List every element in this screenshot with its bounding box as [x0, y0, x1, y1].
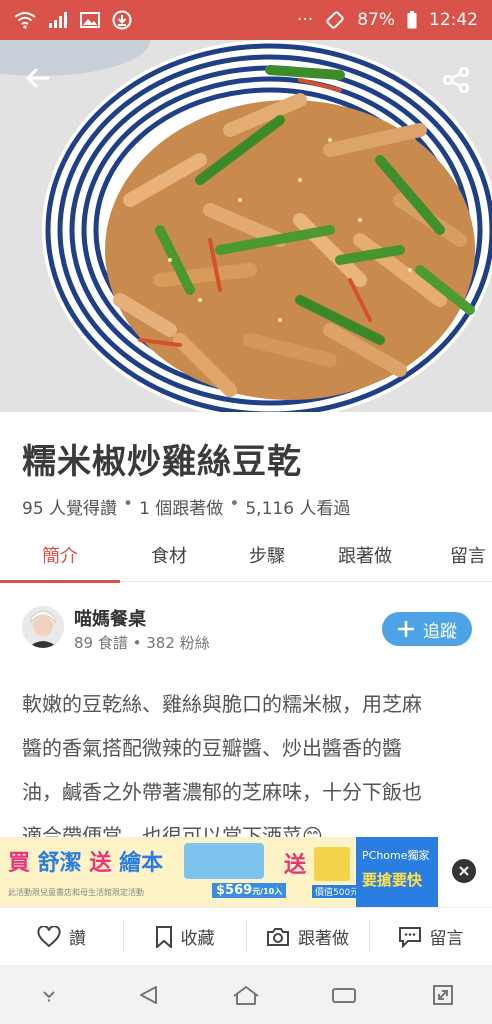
comment-icon	[398, 926, 421, 948]
author-row: 喵媽餐桌 89 食譜 • 382 粉絲 追蹤	[22, 602, 472, 658]
ad-brand-cta: 要搶要快	[362, 871, 423, 889]
nav-hide-button[interactable]	[21, 975, 77, 1015]
recipe-photo	[0, 40, 492, 412]
camera-icon	[267, 927, 289, 946]
follow-button[interactable]: 追蹤	[382, 612, 472, 646]
nav-recents-button[interactable]	[316, 975, 372, 1015]
more-indicator: ···	[296, 10, 314, 30]
chevron-down-icon	[43, 990, 55, 1002]
nav-expand-button[interactable]	[415, 975, 471, 1015]
gallery-icon	[80, 12, 100, 28]
status-bar: ··· 87% 12:42	[0, 0, 492, 40]
ad-text: 買	[8, 851, 31, 876]
description-line: 油，鹹香之外帶著濃郁的芝麻味，十分下飯也	[22, 780, 422, 804]
description-line: 軟嫩的豆乾絲、雞絲與脆口的糯米椒，用芝麻	[22, 692, 422, 716]
ad-content[interactable]: 買 舒潔 送 繪本 此活動限兒童書店和母生活館限定活動 $569元/10入 送 …	[0, 837, 438, 907]
battery-icon	[407, 11, 417, 29]
likes-count: 95 人覺得讚	[22, 499, 118, 519]
close-icon	[459, 866, 469, 876]
follow-label: 追蹤	[423, 621, 457, 642]
tab-steps[interactable]: 步驟	[218, 528, 316, 582]
followers-made-count: 1 個跟著做	[139, 499, 224, 519]
author-name[interactable]: 喵媽餐桌	[74, 605, 146, 631]
tab-comments[interactable]: 留言	[414, 528, 492, 582]
tab-ingredients[interactable]: 食材	[120, 528, 218, 582]
ad-text: 舒潔	[37, 851, 82, 876]
download-icon	[112, 10, 132, 30]
ad-brand: PChome獨家	[362, 849, 430, 862]
ad-book-image	[314, 847, 350, 881]
back-triangle-icon	[139, 985, 157, 1004]
arrow-left-icon	[25, 67, 49, 89]
recipe-tabs: 簡介 食材 步驟 跟著做 留言	[0, 528, 492, 583]
ad-close-button[interactable]	[452, 859, 476, 883]
clock: 12:42	[429, 10, 478, 30]
ad-gift-value: 價值500元	[312, 885, 363, 898]
expand-icon	[432, 984, 453, 1005]
share-icon	[442, 66, 470, 94]
wifi-icon	[14, 11, 36, 29]
author-meta: 89 食譜 • 382 粉絲	[74, 634, 210, 652]
ad-text: 送	[89, 851, 112, 876]
share-button[interactable]	[434, 58, 478, 102]
comment-button[interactable]: 留言	[369, 908, 492, 965]
bookmark-label: 收藏	[180, 929, 215, 949]
comment-label: 留言	[429, 929, 464, 949]
recipe-description: 軟嫩的豆乾絲、雞絲與脆口的糯米椒，用芝麻 醬的香氣搭配微辣的豆瓣醬、炒出醬香的醬…	[22, 682, 470, 858]
status-icons-right: ··· 87% 12:42	[297, 10, 478, 30]
home-icon	[233, 985, 259, 1005]
like-button[interactable]: 讚	[0, 908, 123, 965]
ad-price: $569元/10入	[212, 883, 287, 898]
ad-price-value: $569	[216, 883, 253, 898]
ad-gift-label: 送	[284, 853, 307, 878]
ad-headline: 買 舒潔 送 繪本	[8, 845, 163, 877]
like-label: 讚	[69, 929, 86, 949]
separator: •	[123, 494, 134, 514]
action-bar: 讚 收藏 跟著做 留言	[0, 907, 492, 965]
bookmark-button[interactable]: 收藏	[123, 908, 246, 965]
battery-percent: 87%	[357, 10, 395, 30]
ad-price-unit: 元/10入	[252, 887, 283, 896]
avatar[interactable]	[22, 606, 64, 648]
ad-brand-panel: PChome獨家 要搶要快	[356, 837, 438, 907]
recent-apps-icon	[332, 987, 357, 1003]
back-button[interactable]	[16, 56, 60, 100]
separator: •	[229, 494, 240, 514]
nav-back-button[interactable]	[120, 975, 176, 1015]
plus-icon	[398, 621, 414, 637]
tab-follow-along[interactable]: 跟著做	[316, 528, 414, 582]
ad-banner[interactable]: 買 舒潔 送 繪本 此活動限兒童書店和母生活館限定活動 $569元/10入 送 …	[0, 837, 492, 907]
follow-along-label: 跟著做	[298, 929, 349, 949]
status-icons-left	[14, 10, 132, 30]
tab-intro[interactable]: 簡介	[0, 528, 120, 583]
recipe-stats: 95 人覺得讚 • 1 個跟著做 • 5,116 人看過	[22, 494, 350, 519]
system-nav-bar	[0, 965, 492, 1024]
ad-product-image	[184, 843, 264, 879]
views-count: 5,116 人看過	[245, 499, 351, 519]
description-line: 醬的香氣搭配微辣的豆瓣醬、炒出醬香的醬	[22, 736, 402, 760]
ad-text: 繪本	[119, 851, 164, 876]
signal-icon	[48, 12, 68, 28]
rotation-icon	[325, 10, 345, 30]
recipe-title: 糯米椒炒雞絲豆乾	[22, 442, 302, 482]
bookmark-icon	[155, 925, 172, 948]
ad-fine-print: 此活動限兒童書店和母生活館限定活動	[8, 888, 144, 897]
nav-home-button[interactable]	[218, 975, 274, 1015]
heart-icon	[37, 925, 61, 947]
follow-along-button[interactable]: 跟著做	[246, 908, 369, 965]
recipe-page: ··· 87% 12:42 糯米椒炒雞絲豆乾 95 人覺得讚 • 1 個跟著做 …	[0, 0, 492, 1024]
